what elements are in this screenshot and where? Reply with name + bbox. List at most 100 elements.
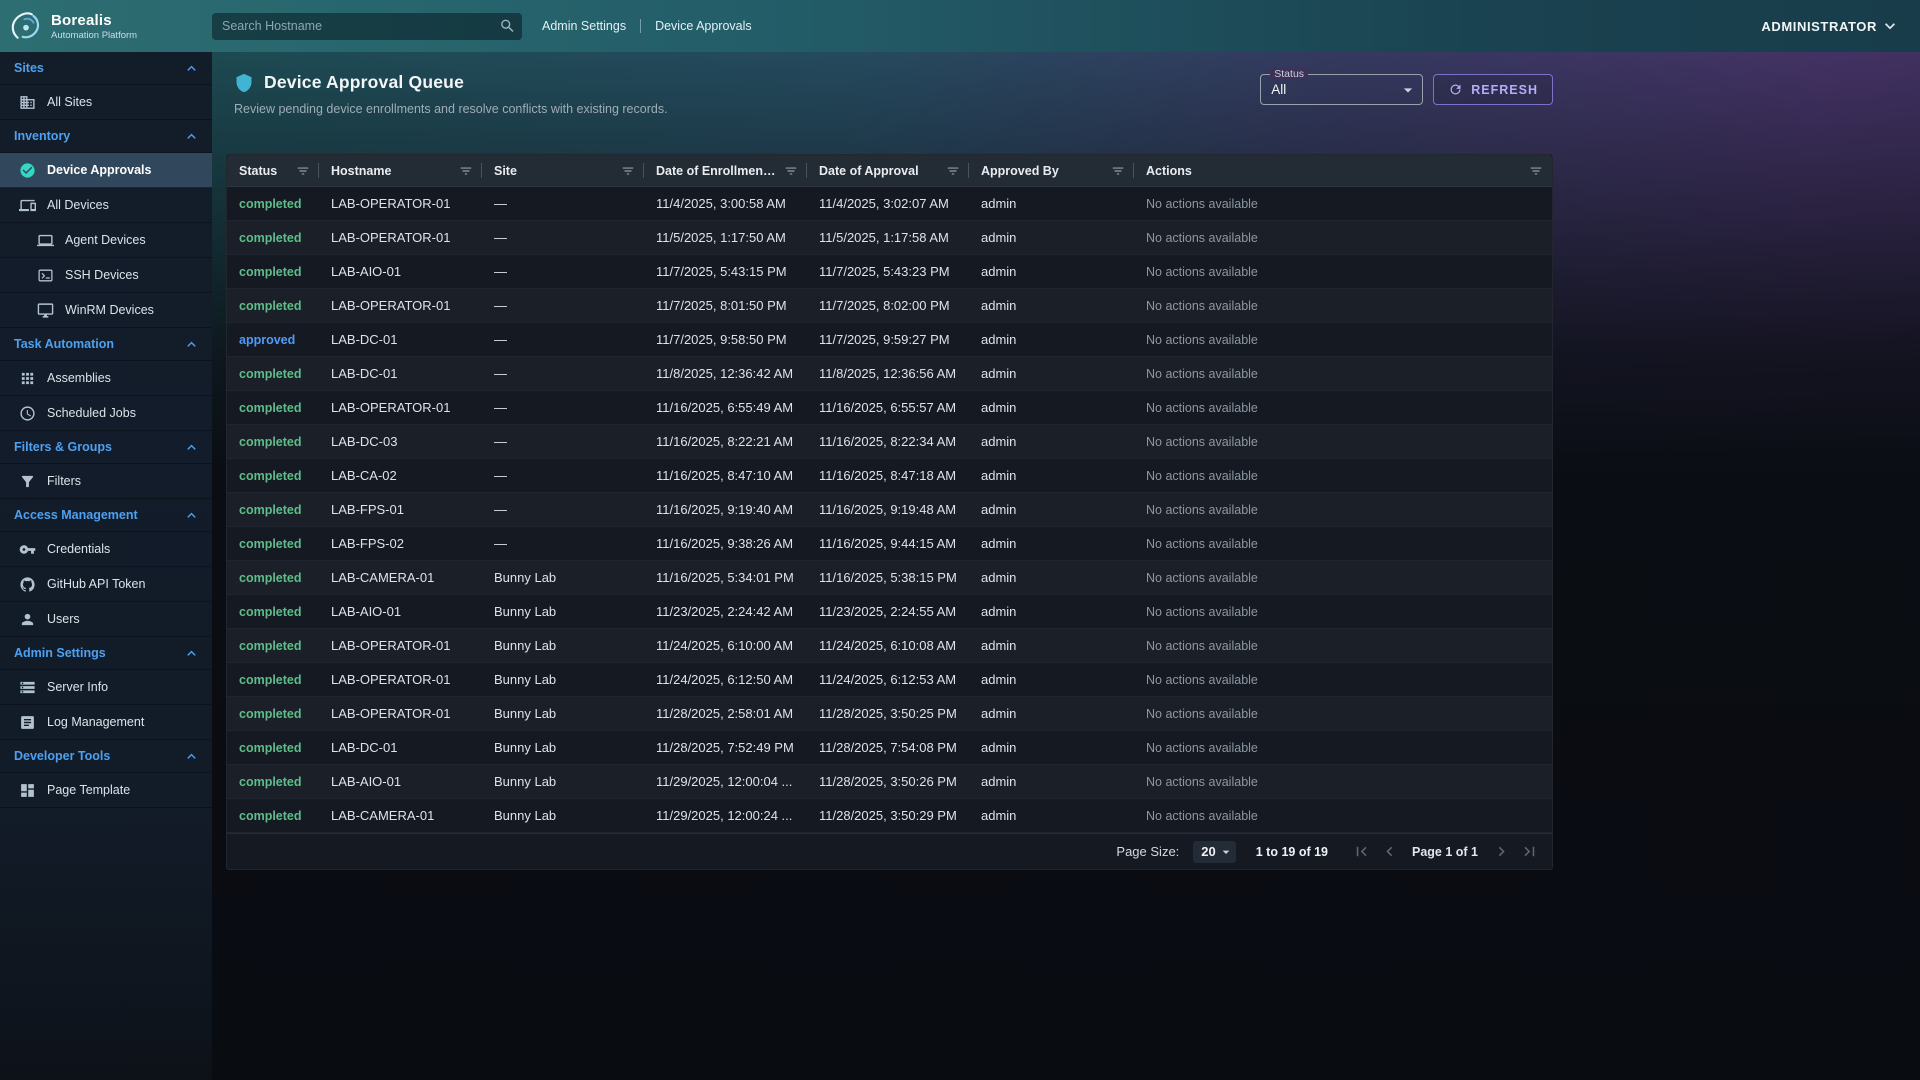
hostname-cell: LAB-DC-01 <box>319 357 482 390</box>
sidebar-item-label: Users <box>47 612 80 626</box>
column-header-actions[interactable]: Actions <box>1134 155 1552 186</box>
table-row[interactable]: completedLAB-OPERATOR-01—11/16/2025, 6:5… <box>227 391 1552 425</box>
top-link-device-approvals[interactable]: Device Approvals <box>655 19 752 33</box>
sidebar-item-ssh-devices[interactable]: SSH Devices <box>0 258 212 293</box>
table-row[interactable]: completedLAB-AIO-01Bunny Lab11/29/2025, … <box>227 765 1552 799</box>
table-row[interactable]: completedLAB-OPERATOR-01—11/4/2025, 3:00… <box>227 187 1552 221</box>
table-row[interactable]: completedLAB-OPERATOR-01—11/7/2025, 8:01… <box>227 289 1552 323</box>
table-row[interactable]: completedLAB-FPS-01—11/16/2025, 9:19:40 … <box>227 493 1552 527</box>
sidebar-item-winrm-devices[interactable]: WinRM Devices <box>0 293 212 328</box>
column-label: Date of Approval <box>819 164 919 178</box>
actions-cell: No actions available <box>1134 595 1552 628</box>
filter-icon[interactable] <box>621 164 635 178</box>
table-header-row: StatusHostname Site Date of Enrollment R..… <box>227 155 1552 187</box>
table-row[interactable]: approvedLAB-DC-01—11/7/2025, 9:58:50 PM1… <box>227 323 1552 357</box>
table-row[interactable]: completedLAB-FPS-02—11/16/2025, 9:38:26 … <box>227 527 1552 561</box>
status-cell: completed <box>227 527 319 560</box>
column-header-site[interactable]: Site <box>482 155 644 186</box>
sidebar-item-users[interactable]: Users <box>0 602 212 637</box>
sidebar-item-agent-devices[interactable]: Agent Devices <box>0 223 212 258</box>
top-link-admin-settings[interactable]: Admin Settings <box>542 19 626 33</box>
search-box <box>212 13 522 40</box>
approved-by-cell: admin <box>969 459 1134 492</box>
last-page-button[interactable] <box>1516 839 1542 865</box>
approval-date-cell: 11/7/2025, 8:02:00 PM <box>807 289 969 322</box>
brand[interactable]: Borealis Automation Platform <box>0 6 212 46</box>
search-input[interactable] <box>212 13 522 40</box>
enrollment-date-cell: 11/7/2025, 5:43:15 PM <box>644 255 807 288</box>
sidebar-item-all-devices[interactable]: All Devices <box>0 188 212 223</box>
user-menu-label: ADMINISTRATOR <box>1761 19 1877 34</box>
table-row[interactable]: completedLAB-CAMERA-01Bunny Lab11/29/202… <box>227 799 1552 833</box>
sidebar-item-page-template[interactable]: Page Template <box>0 773 212 808</box>
filter-icon[interactable] <box>459 164 473 178</box>
sidebar-section-access-management[interactable]: Access Management <box>0 499 212 532</box>
table-row[interactable]: completedLAB-DC-03—11/16/2025, 8:22:21 A… <box>227 425 1552 459</box>
sidebar-item-device-approvals[interactable]: Device Approvals <box>0 153 212 188</box>
filter-icon[interactable] <box>946 164 960 178</box>
chevron-up-icon <box>183 645 200 662</box>
page-indicator: Page 1 of 1 <box>1412 845 1478 859</box>
column-header-date-of-enrollment-r[interactable]: Date of Enrollment R... <box>644 155 807 186</box>
first-page-button[interactable] <box>1348 839 1374 865</box>
filter-icon[interactable] <box>784 164 798 178</box>
table-row[interactable]: completedLAB-DC-01—11/8/2025, 12:36:42 A… <box>227 357 1552 391</box>
sidebar-section-inventory[interactable]: Inventory <box>0 120 212 153</box>
sidebar-item-server-info[interactable]: Server Info <box>0 670 212 705</box>
table-row[interactable]: completedLAB-AIO-01Bunny Lab11/23/2025, … <box>227 595 1552 629</box>
sidebar-section: SitesAll Sites <box>0 52 212 120</box>
column-header-date-of-approval[interactable]: Date of Approval <box>807 155 969 186</box>
key-icon <box>19 541 36 558</box>
enrollment-date-cell: 11/23/2025, 2:24:42 AM <box>644 595 807 628</box>
table-row[interactable]: completedLAB-CAMERA-01Bunny Lab11/16/202… <box>227 561 1552 595</box>
github-icon <box>19 576 36 593</box>
filter-icon[interactable] <box>1111 164 1125 178</box>
status-cell: approved <box>227 323 319 356</box>
sidebar-item-scheduled-jobs[interactable]: Scheduled Jobs <box>0 396 212 431</box>
column-header-status[interactable]: Status <box>227 155 319 186</box>
hostname-cell: LAB-DC-03 <box>319 425 482 458</box>
approval-date-cell: 11/24/2025, 6:12:53 AM <box>807 663 969 696</box>
sidebar-section-sites[interactable]: Sites <box>0 52 212 85</box>
sidebar-item-all-sites[interactable]: All Sites <box>0 85 212 120</box>
devices-icon <box>19 197 36 214</box>
table-row[interactable]: completedLAB-OPERATOR-01Bunny Lab11/24/2… <box>227 629 1552 663</box>
table-row[interactable]: completedLAB-DC-01Bunny Lab11/28/2025, 7… <box>227 731 1552 765</box>
previous-page-button[interactable] <box>1376 839 1402 865</box>
sidebar-item-log-management[interactable]: Log Management <box>0 705 212 740</box>
status-filter-select[interactable]: Status All <box>1260 74 1423 105</box>
sidebar-section-filters-groups[interactable]: Filters & Groups <box>0 431 212 464</box>
table-row[interactable]: completedLAB-OPERATOR-01—11/5/2025, 1:17… <box>227 221 1552 255</box>
chevron-up-icon <box>183 507 200 524</box>
user-menu[interactable]: ADMINISTRATOR <box>1761 16 1900 36</box>
table-row[interactable]: completedLAB-OPERATOR-01Bunny Lab11/24/2… <box>227 663 1552 697</box>
page-size-select[interactable]: 20 <box>1193 841 1235 863</box>
approved-by-cell: admin <box>969 255 1134 288</box>
table-row[interactable]: completedLAB-OPERATOR-01Bunny Lab11/28/2… <box>227 697 1552 731</box>
chevron-up-icon <box>183 336 200 353</box>
status-cell: completed <box>227 255 319 288</box>
sidebar-item-filters[interactable]: Filters <box>0 464 212 499</box>
sidebar-section: Developer ToolsPage Template <box>0 740 212 808</box>
column-label: Approved By <box>981 164 1059 178</box>
sidebar-section-developer-tools[interactable]: Developer Tools <box>0 740 212 773</box>
refresh-button[interactable]: REFRESH <box>1433 74 1553 105</box>
approved-by-cell: admin <box>969 187 1134 220</box>
search-icon[interactable] <box>499 18 516 35</box>
brand-text: Borealis Automation Platform <box>51 12 137 41</box>
filter-icon[interactable] <box>296 164 310 178</box>
column-header-approved-by[interactable]: Approved By <box>969 155 1134 186</box>
sidebar-item-assemblies[interactable]: Assemblies <box>0 361 212 396</box>
caret-down-icon <box>1218 844 1234 860</box>
sidebar-item-credentials[interactable]: Credentials <box>0 532 212 567</box>
actions-cell: No actions available <box>1134 561 1552 594</box>
sidebar-section-admin-settings[interactable]: Admin Settings <box>0 637 212 670</box>
table-row[interactable]: completedLAB-CA-02—11/16/2025, 8:47:10 A… <box>227 459 1552 493</box>
sidebar-section-task-automation[interactable]: Task Automation <box>0 328 212 361</box>
sidebar-item-github-api-token[interactable]: GitHub API Token <box>0 567 212 602</box>
column-header-hostname[interactable]: Hostname <box>319 155 482 186</box>
next-page-button[interactable] <box>1488 839 1514 865</box>
filter-icon[interactable] <box>1529 164 1543 178</box>
table-row[interactable]: completedLAB-AIO-01—11/7/2025, 5:43:15 P… <box>227 255 1552 289</box>
column-label: Site <box>494 164 517 178</box>
